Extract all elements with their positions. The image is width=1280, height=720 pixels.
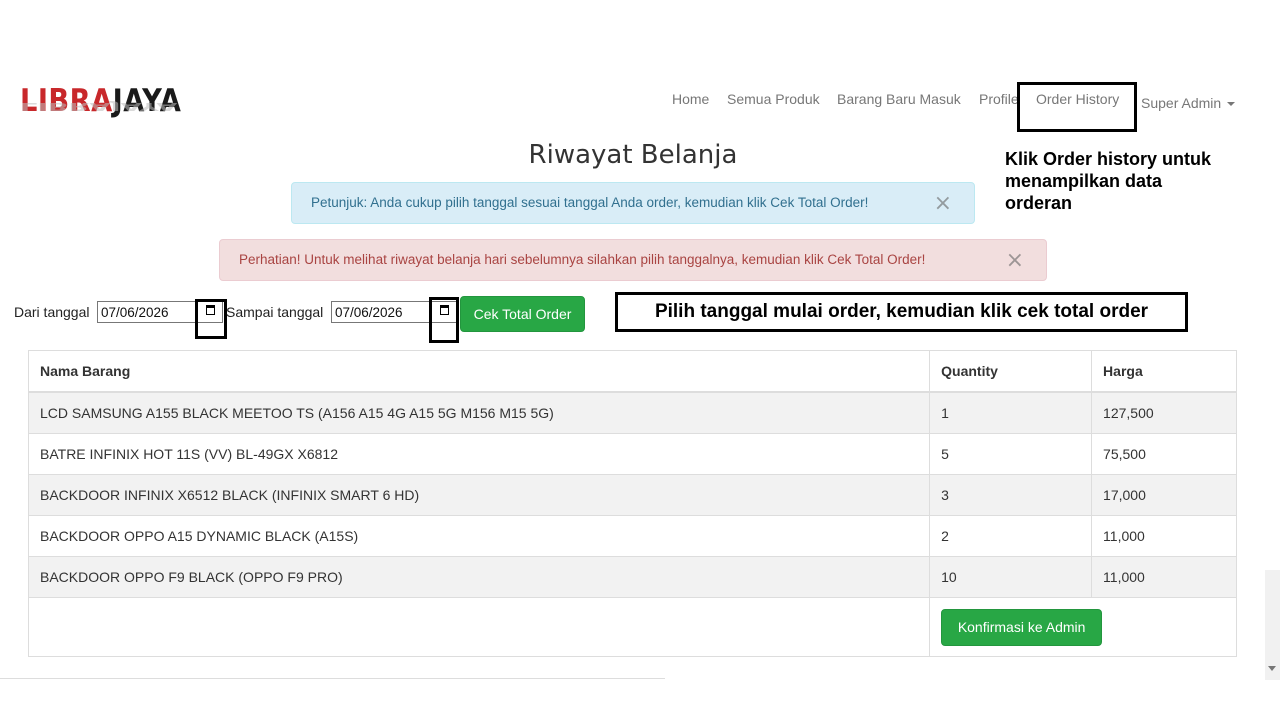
- konfirmasi-admin-button[interactable]: Konfirmasi ke Admin: [941, 608, 1103, 646]
- table-row: BATRE INFINIX HOT 11S (VV) BL-49GX X6812…: [27, 433, 1237, 475]
- danger-alert-text: Perhatian! Untuk melihat riwayat belanja…: [239, 252, 926, 267]
- cell-quantity: 3: [929, 474, 1093, 516]
- info-alert-close-icon[interactable]: ×: [934, 193, 952, 215]
- date-instruction-box: Pilih tanggal mulai order, kemudian klik…: [615, 292, 1188, 332]
- from-date-label: Dari tanggal: [14, 304, 90, 320]
- to-calendar-highlight-box: [429, 297, 459, 343]
- cell-quantity: 1: [929, 391, 1093, 434]
- table-row: BACKDOOR OPPO F9 BLACK (OPPO F9 PRO) 10 …: [27, 556, 1237, 598]
- nav-home[interactable]: Home: [672, 91, 709, 107]
- column-header-nama-barang: Nama Barang: [27, 350, 931, 393]
- cell-quantity: 10: [929, 556, 1093, 598]
- logo-reflection-black: JAYA: [110, 100, 178, 113]
- cell-nama-barang: BACKDOOR OPPO A15 DYNAMIC BLACK (A15S): [27, 515, 931, 557]
- cell-harga: 11,000: [1091, 556, 1237, 598]
- cell-harga: 11,000: [1091, 515, 1237, 557]
- from-calendar-highlight-box: [195, 299, 227, 339]
- nav-semua-produk[interactable]: Semua Produk: [727, 91, 820, 107]
- scroll-down-arrow-icon[interactable]: [1268, 666, 1276, 671]
- cell-harga: 17,000: [1091, 474, 1237, 516]
- danger-alert-close-icon[interactable]: ×: [1006, 250, 1024, 272]
- nav-profile[interactable]: Profile: [979, 91, 1019, 107]
- table-header-row: Nama Barang Quantity Harga: [27, 350, 1237, 393]
- logo-reflection: LIBRAJAYA: [20, 100, 177, 113]
- order-history-highlight-box: [1017, 82, 1137, 132]
- info-alert: Petunjuk: Anda cukup pilih tanggal sesua…: [291, 182, 975, 224]
- nav-barang-baru-masuk[interactable]: Barang Baru Masuk: [837, 91, 961, 107]
- user-menu-dropdown[interactable]: Super Admin: [1141, 95, 1236, 111]
- cell-harga: 127,500: [1091, 391, 1237, 434]
- cell-harga: 75,500: [1091, 433, 1237, 475]
- order-table: Nama Barang Quantity Harga LCD SAMSUNG A…: [27, 350, 1237, 657]
- page-title: Riwayat Belanja: [528, 140, 738, 170]
- table-row: BACKDOOR OPPO A15 DYNAMIC BLACK (A15S) 2…: [27, 515, 1237, 557]
- user-name: Super Admin: [1141, 95, 1222, 111]
- divider: [0, 678, 665, 679]
- brand-logo[interactable]: LIBRAJAYA LIBRAJAYA: [18, 80, 182, 126]
- column-header-quantity: Quantity: [929, 350, 1093, 393]
- scrollbar[interactable]: [1265, 570, 1280, 680]
- danger-alert: Perhatian! Untuk melihat riwayat belanja…: [219, 239, 1047, 281]
- cek-total-order-button[interactable]: Cek Total Order: [460, 296, 585, 332]
- footer-empty-cell: [27, 597, 931, 657]
- cell-nama-barang: BATRE INFINIX HOT 11S (VV) BL-49GX X6812: [27, 433, 931, 475]
- cell-quantity: 2: [929, 515, 1093, 557]
- column-header-harga: Harga: [1091, 350, 1237, 393]
- cell-nama-barang: BACKDOOR OPPO F9 BLACK (OPPO F9 PRO): [27, 556, 931, 598]
- cell-quantity: 5: [929, 433, 1093, 475]
- footer-action-cell: Konfirmasi ke Admin: [929, 597, 1237, 657]
- to-date-label: Sampai tanggal: [226, 304, 324, 320]
- cell-nama-barang: BACKDOOR INFINIX X6512 BLACK (INFINIX SM…: [27, 474, 931, 516]
- logo-reflection-red: LIBRA: [20, 100, 111, 113]
- chevron-down-icon: [1227, 102, 1236, 107]
- info-alert-text: Petunjuk: Anda cukup pilih tanggal sesua…: [311, 195, 869, 210]
- table-footer-row: Konfirmasi ke Admin: [27, 597, 1237, 657]
- table-row: LCD SAMSUNG A155 BLACK MEETOO TS (A156 A…: [27, 391, 1237, 434]
- cell-nama-barang: LCD SAMSUNG A155 BLACK MEETOO TS (A156 A…: [27, 391, 931, 434]
- date-instruction-annotation: Pilih tanggal mulai order, kemudian klik…: [654, 301, 1149, 322]
- table-row: BACKDOOR INFINIX X6512 BLACK (INFINIX SM…: [27, 474, 1237, 516]
